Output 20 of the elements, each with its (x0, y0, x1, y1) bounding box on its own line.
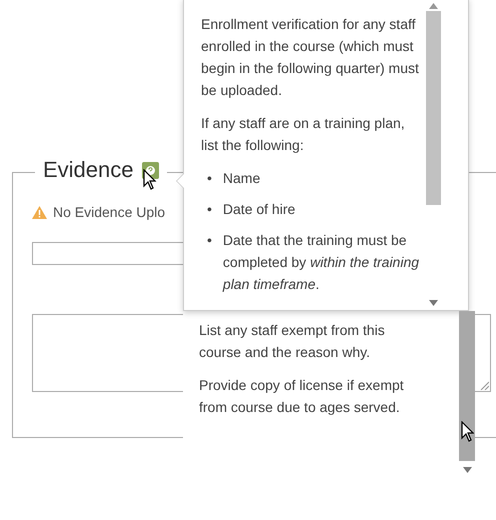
warning-message: No Evidence Uplo (53, 204, 166, 220)
tooltip-list-item: Date of hire (222, 200, 296, 219)
scroll-down-arrow[interactable] (462, 467, 472, 473)
tooltip-list-item: Date that the training must be completed by within the training plan timeframe. (222, 231, 420, 294)
tooltip-list-item: Name (222, 169, 262, 188)
bullet-marker: • (207, 231, 212, 250)
section-title: Evidence (43, 157, 134, 183)
bullet-marker: • (207, 200, 212, 219)
scrollbar-thumb[interactable] (426, 11, 441, 205)
resize-grip-icon[interactable] (480, 381, 489, 390)
cursor-icon (461, 421, 474, 442)
bullet-marker: • (207, 169, 212, 188)
tooltip-paragraph: Enrollment verification for any staff enrolled in the course (which must begin in the following quarter) must be uploaded. (201, 15, 420, 100)
tooltip-paragraph: List any staff exempt from this course and the reason why. (199, 321, 386, 362)
tooltip-paragraph: If any staff are on a training plan, list the following: (201, 114, 406, 155)
warning-icon (32, 206, 47, 218)
tooltip-paragraph: Provide copy of license if exempt from course due to ages served. (199, 376, 405, 417)
scroll-up-arrow[interactable] (429, 3, 438, 9)
scroll-down-arrow[interactable] (429, 300, 438, 306)
scrollbar-thumb[interactable] (459, 311, 475, 461)
